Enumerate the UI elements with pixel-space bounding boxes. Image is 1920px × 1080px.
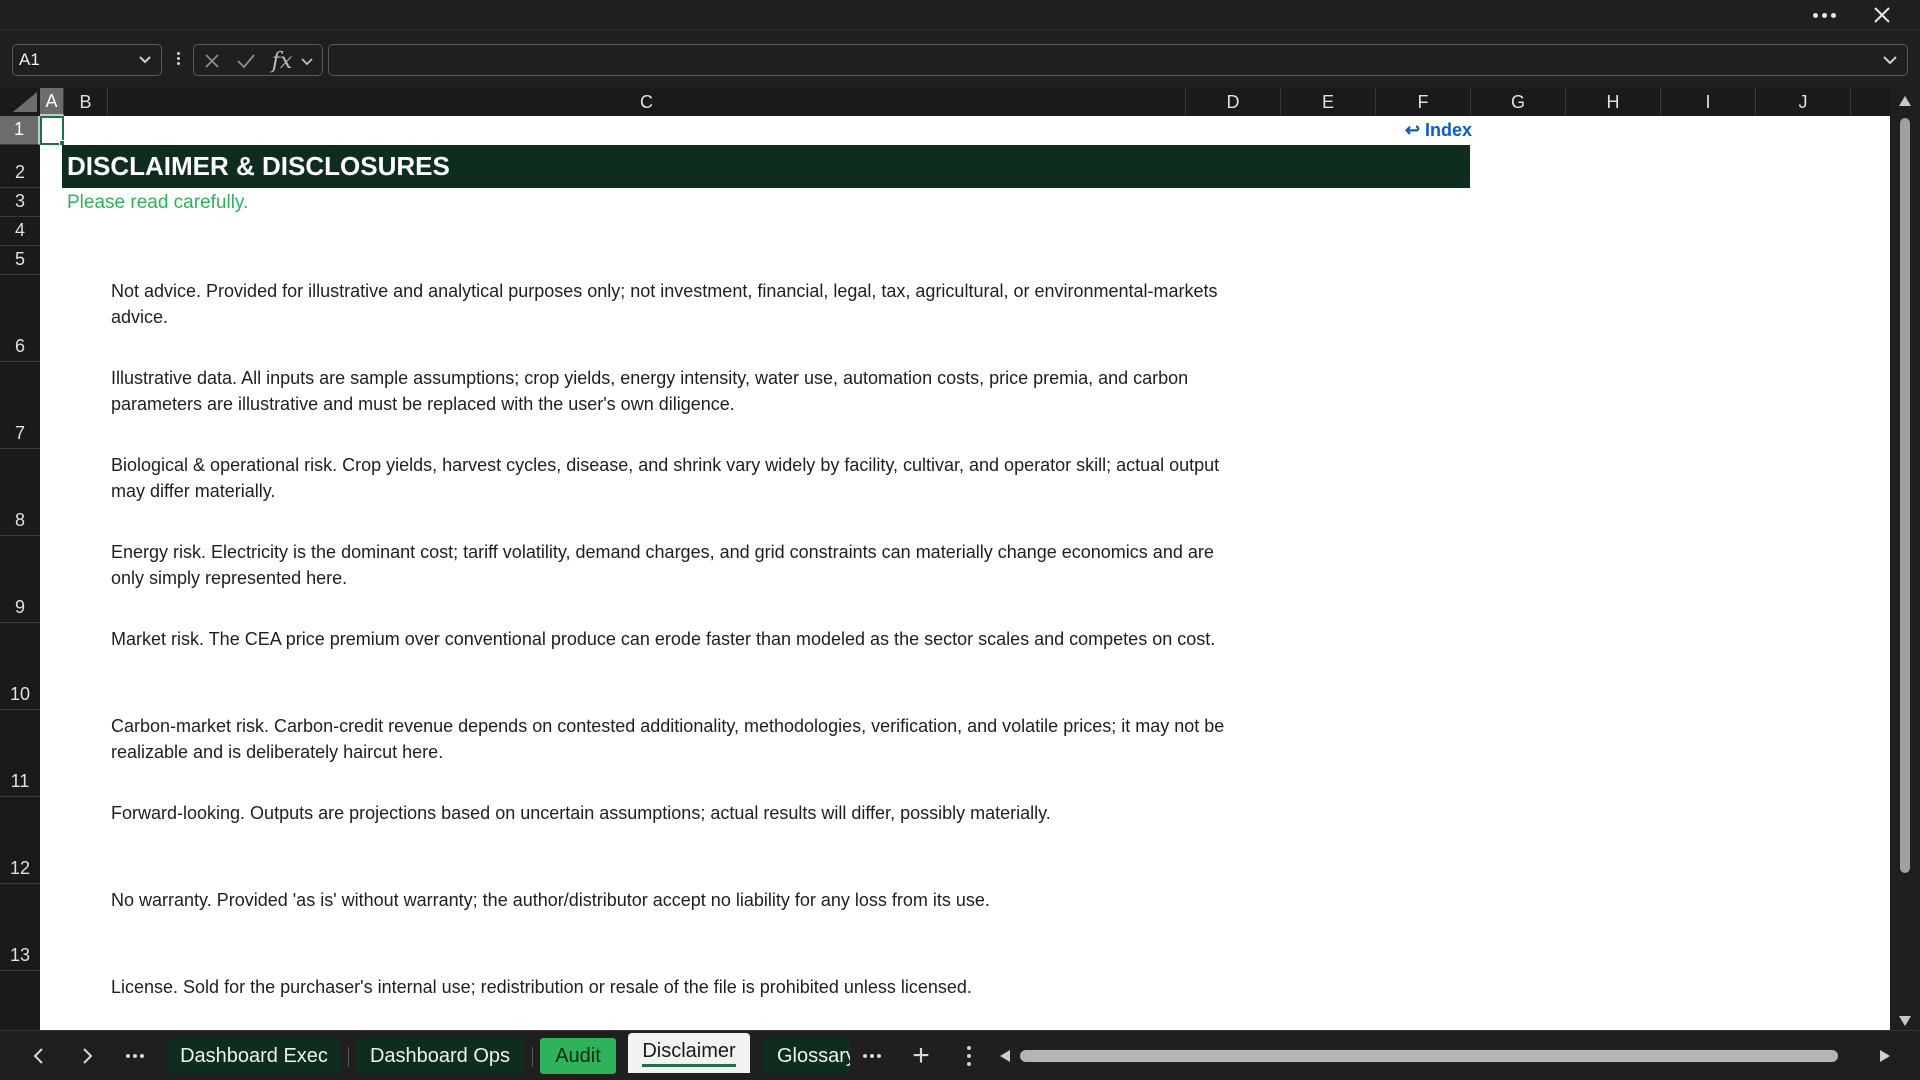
tab-dashboard-exec[interactable]: Dashboard Exec (168, 1038, 340, 1074)
horizontal-scrollbar[interactable] (1000, 1044, 1890, 1068)
cancel-icon[interactable] (200, 49, 224, 73)
column-headers: A B C D E F G H I J (0, 88, 1890, 116)
function-icon[interactable]: fx (270, 49, 294, 74)
tab-audit[interactable]: Audit (540, 1038, 616, 1074)
column-header-e[interactable]: E (1281, 88, 1376, 116)
column-header-f[interactable]: F (1376, 88, 1471, 116)
tab-glossary[interactable]: Glossary (762, 1038, 850, 1074)
page-title: DISCLAIMER & DISCLOSURES (62, 145, 1470, 188)
row-header-4[interactable]: 4 (0, 217, 40, 246)
row-header-2[interactable]: 2 (0, 145, 40, 188)
column-header-d[interactable]: D (1186, 88, 1281, 116)
scroll-right-icon[interactable] (1880, 1050, 1890, 1062)
disclaimer-energy-risk: Energy risk. Electricity is the dominant… (111, 542, 1214, 588)
row-header-3[interactable]: 3 (0, 188, 40, 217)
excel-window: A1 fx A B C D E F G H I J 1 2 3 4 5 6 7 … (0, 0, 1920, 1080)
row-header-10[interactable]: 10 (0, 623, 40, 710)
close-icon[interactable] (1862, 0, 1902, 30)
row-header-7[interactable]: 7 (0, 362, 40, 449)
next-sheet-icon[interactable] (70, 1039, 104, 1073)
formula-bar-options-icon[interactable] (173, 50, 183, 70)
enter-icon[interactable] (234, 49, 258, 73)
disclaimer-biological-risk: Biological & operational risk. Crop yiel… (111, 455, 1220, 501)
scroll-down-icon[interactable] (1899, 1016, 1911, 1026)
tab-label: Disclaimer (642, 1040, 736, 1067)
name-box-value: A1 (19, 50, 40, 69)
row-header-9[interactable]: 9 (0, 536, 40, 623)
column-header-c[interactable]: C (108, 88, 1186, 116)
subtitle: Please read carefully. (67, 192, 249, 213)
formula-actions: fx (193, 44, 323, 76)
sheet-tab-bar: Dashboard Exec Dashboard Ops Audit Discl… (0, 1030, 1920, 1080)
previous-sheet-icon[interactable] (22, 1039, 56, 1073)
select-all-icon[interactable] (0, 88, 40, 116)
add-sheet-icon[interactable]: + (904, 1039, 938, 1073)
tab-disclaimer[interactable]: Disclaimer (628, 1033, 750, 1073)
row-header-12[interactable]: 12 (0, 797, 40, 884)
vertical-scroll-thumb[interactable] (1900, 118, 1910, 873)
scroll-left-icon[interactable] (1000, 1050, 1010, 1062)
disclaimer-illustrative-data: Illustrative data. All inputs are sample… (111, 368, 1189, 414)
vertical-scrollbar[interactable] (1890, 88, 1920, 1030)
tab-label: Dashboard Ops (369, 1044, 511, 1067)
tab-label: Audit (555, 1044, 601, 1067)
column-header-h[interactable]: H (1566, 88, 1661, 116)
title-bar (0, 0, 1920, 30)
index-link[interactable]: ↩ Index (1405, 120, 1472, 141)
row-header-5[interactable]: 5 (0, 246, 40, 275)
worksheet-grid[interactable]: ↩ Index DISCLAIMER & DISCLOSURES Please … (40, 116, 1890, 1030)
column-header-a[interactable]: A (40, 88, 64, 116)
row-header-6[interactable]: 6 (0, 275, 40, 362)
formula-input[interactable] (328, 44, 1908, 76)
tab-dashboard-ops[interactable]: Dashboard Ops (356, 1038, 524, 1074)
row-header-1[interactable]: 1 (0, 116, 40, 145)
column-header-i[interactable]: I (1661, 88, 1756, 116)
sheet-options-icon[interactable] (952, 1039, 986, 1073)
more-sheets-icon[interactable] (118, 1039, 152, 1073)
name-box[interactable]: A1 (12, 44, 162, 76)
chevron-down-icon[interactable] (298, 49, 316, 73)
more-options-icon[interactable] (1804, 0, 1844, 30)
disclaimer-no-warranty: No warranty. Provided 'as is' without wa… (111, 890, 990, 910)
tab-separator (348, 1047, 349, 1067)
disclaimer-not-advice: Not advice. Provided for illustrative an… (111, 281, 1218, 327)
row-header-11[interactable]: 11 (0, 710, 40, 797)
row-headers: 1 2 3 4 5 6 7 8 9 10 11 12 13 (0, 116, 40, 1030)
disclaimer-forward-looking: Forward-looking. Outputs are projections… (111, 803, 1051, 823)
tab-label: Glossary (777, 1044, 850, 1067)
row-header-13[interactable]: 13 (0, 884, 40, 971)
scroll-up-icon[interactable] (1899, 96, 1911, 106)
tab-separator (532, 1047, 533, 1067)
disclaimer-carbon-market-risk: Carbon-market risk. Carbon-credit revenu… (111, 716, 1225, 762)
row-header-8[interactable]: 8 (0, 449, 40, 536)
chevron-down-icon[interactable] (137, 51, 153, 72)
column-header-j[interactable]: J (1756, 88, 1851, 116)
disclaimer-market-risk: Market risk. The CEA price premium over … (111, 629, 1216, 649)
disclaimer-license: License. Sold for the purchaser's intern… (111, 977, 972, 997)
more-tabs-icon[interactable] (855, 1039, 889, 1073)
horizontal-scroll-thumb[interactable] (1020, 1050, 1838, 1062)
tab-label: Dashboard Exec (180, 1044, 328, 1067)
column-header-g[interactable]: G (1471, 88, 1566, 116)
column-header-b[interactable]: B (64, 88, 108, 116)
formula-bar: A1 fx (0, 30, 1920, 88)
expand-formula-icon[interactable] (1881, 51, 1899, 74)
